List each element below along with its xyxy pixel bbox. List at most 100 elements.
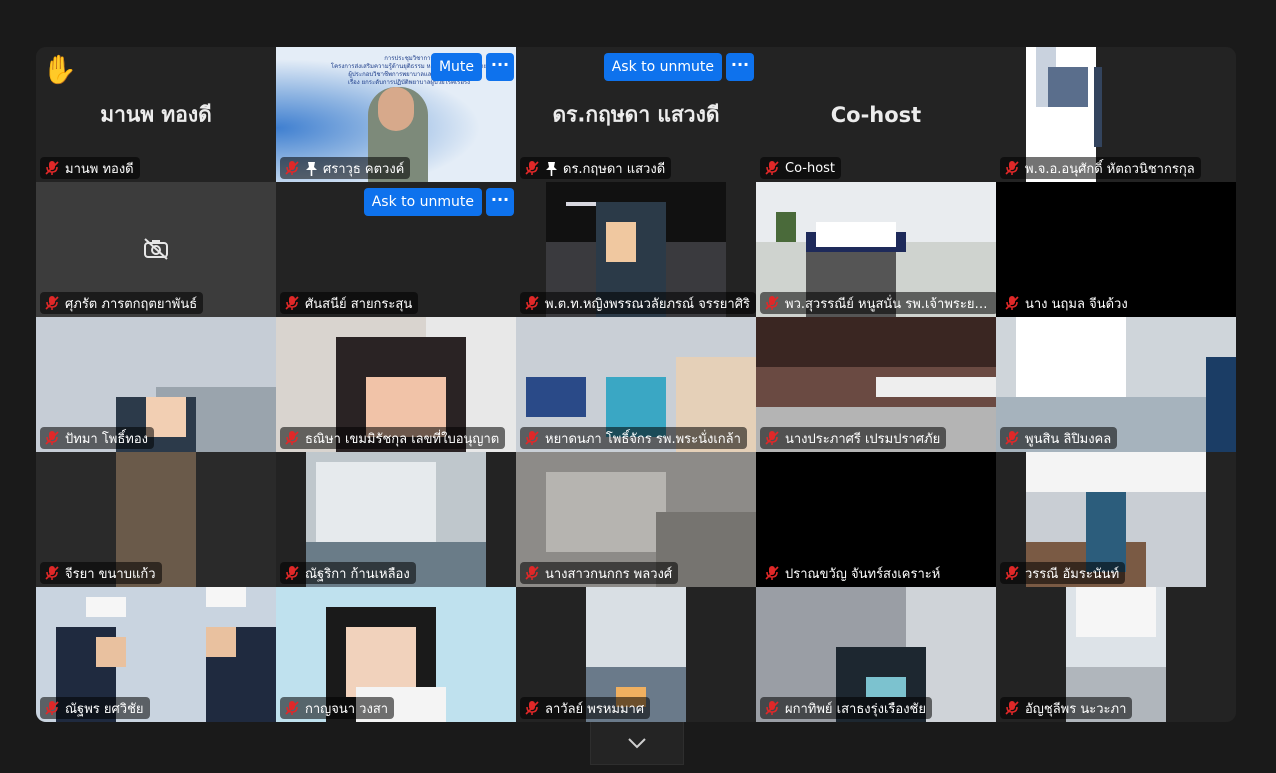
microphone-muted-icon — [524, 160, 540, 176]
participant-name: ดร.กฤษดา แสวงดี — [563, 161, 666, 177]
participant-name-label: อัญชุลีพร นะวะภา — [1000, 697, 1133, 719]
participant-name: Co-host — [785, 160, 836, 176]
video-feed — [1026, 452, 1206, 492]
microphone-muted-icon — [44, 295, 60, 311]
raise-hand-icon: ✋ — [42, 53, 77, 86]
participant-name-label: ดร.กฤษดา แสวงดี — [520, 157, 672, 179]
participant-name: ศุภรัต ภารตกฤตยาพันธ์ — [65, 296, 198, 312]
microphone-muted-icon — [764, 565, 780, 581]
participant-display-name: Co-host — [830, 102, 922, 127]
participant-name: ณัฐพร ยศวิชัย — [65, 701, 144, 717]
participant-name-label: นางสาวกนกกร พลวงศ์ — [520, 562, 679, 584]
participant-name: กาญจนา วงสา — [305, 701, 389, 717]
participant-tile[interactable]: มานพ ทองดี ✋ มานพ ทองดี — [36, 47, 276, 182]
participant-name: ลาวัลย์ พรหมมาศ — [545, 701, 645, 717]
participant-tile[interactable]: ศุภรัต ภารตกฤตยาพันธ์ — [36, 182, 276, 317]
participant-name-label: มานพ ทองดี — [40, 157, 140, 179]
participant-tile[interactable]: ปราณขวัญ จันทร์สงเคราะห์ — [756, 452, 996, 587]
participant-name: จีรยา ขนาบแก้ว — [65, 566, 156, 582]
participant-name-label: ปัทมา โพธิ์ทอง — [40, 427, 155, 449]
participant-tile[interactable]: ผกาทิพย์ เสาธงรุ่งเรืองชัย — [756, 587, 996, 722]
video-feed — [1016, 317, 1126, 397]
participant-tile[interactable]: วรรณี อัมระนันท์ — [996, 452, 1236, 587]
video-feed — [1206, 357, 1236, 452]
participant-tile[interactable]: ··· Ask to unmute ศันสนีย์ สายกระสุน — [276, 182, 516, 317]
participant-tile[interactable]: อัญชุลีพร นะวะภา — [996, 587, 1236, 722]
participant-name-label: ลาวัลย์ พรหมมาศ — [520, 697, 651, 719]
microphone-muted-icon — [1004, 700, 1020, 716]
participant-name-label: ผกาทิพย์ เสาธงรุ่งเรืองชัย — [760, 697, 932, 719]
video-feed — [1086, 492, 1126, 572]
participant-name: ศราวุธ คตวงค์ — [323, 161, 405, 177]
microphone-muted-icon — [44, 700, 60, 716]
participant-tile[interactable]: การประชุมวิชาการ โครงการส่งเสริมความรู้ด้… — [276, 47, 516, 182]
participant-name: วรรณี อัมระนันท์ — [1025, 566, 1120, 582]
microphone-muted-icon — [44, 430, 60, 446]
participant-tile[interactable]: ณัฐพร ยศวิชัย — [36, 587, 276, 722]
participant-tile[interactable]: พูนสิน ลิปิมงคล — [996, 317, 1236, 452]
participant-name-label: หยาดนภา โพธิ์จักร รพ.พระนั่งเกล้า — [520, 427, 747, 449]
video-feed — [96, 637, 126, 667]
ask-to-unmute-button[interactable]: Ask to unmute — [603, 53, 722, 81]
participant-name: มานพ ทองดี — [65, 161, 134, 177]
more-options-button[interactable]: ··· — [486, 53, 514, 81]
video-feed — [316, 462, 436, 542]
participant-name-label: นาง นฤมล จีนด้วง — [1000, 292, 1134, 314]
participant-name: นางสาวกนกกร พลวงศ์ — [545, 566, 673, 582]
microphone-muted-icon — [1004, 295, 1020, 311]
participant-tile[interactable]: ลาวัลย์ พรหมมาศ — [516, 587, 756, 722]
microphone-muted-icon — [1004, 565, 1020, 581]
participant-name: ปัทมา โพธิ์ทอง — [65, 431, 149, 447]
participant-name: ผกาทิพย์ เสาธงรุ่งเรืองชัย — [785, 701, 926, 717]
participant-name: พ.จ.อ.อนุศักดิ์ หัตถวนิชากรกุล — [1025, 161, 1195, 177]
participant-tile[interactable]: นาง นฤมล จีนด้วง — [996, 182, 1236, 317]
ask-to-unmute-button[interactable]: Ask to unmute — [363, 188, 482, 216]
presenter-face — [378, 87, 414, 131]
participant-name-label: นางประภาศรี เปรมปราศภัย — [760, 427, 947, 449]
participant-tile[interactable]: ปัทมา โพธิ์ทอง — [36, 317, 276, 452]
participant-name-label: ศราวุธ คตวงค์ — [280, 157, 411, 179]
participant-tile[interactable]: ธณิษา เขมมิรัชกุล เลขที่ใบอนุญาต — [276, 317, 516, 452]
microphone-muted-icon — [524, 565, 540, 581]
microphone-muted-icon — [524, 430, 540, 446]
video-feed — [776, 212, 796, 242]
microphone-muted-icon — [284, 565, 300, 581]
participant-tile[interactable]: พว.สุวรรณีย์ หนูสนั่น รพ.เจ้าพระยายมราช — [756, 182, 996, 317]
participant-tile[interactable]: พ.ต.ท.หญิงพรรณวลัยภรณ์ จรรยาศิริ — [516, 182, 756, 317]
microphone-muted-icon — [524, 700, 540, 716]
video-feed — [206, 587, 246, 607]
mute-button[interactable]: Mute — [430, 53, 482, 81]
microphone-muted-icon — [524, 295, 540, 311]
participant-name-label: พูนสิน ลิปิมงคล — [1000, 427, 1118, 449]
participant-tile[interactable]: จีรยา ขนาบแก้ว — [36, 452, 276, 587]
video-feed — [606, 222, 636, 262]
participant-tile[interactable]: Co-host Co-host — [756, 47, 996, 182]
participant-tile[interactable]: พ.จ.อ.อนุศักดิ์ หัตถวนิชากรกุล — [996, 47, 1236, 182]
more-options-button[interactable]: ··· — [726, 53, 754, 81]
video-gallery: มานพ ทองดี ✋ มานพ ทองดี การประชุมวิชาการ โคร… — [36, 47, 1236, 722]
show-more-button[interactable] — [590, 722, 684, 765]
participant-tile[interactable]: นางประภาศรี เปรมปราศภัย — [756, 317, 996, 452]
video-feed — [876, 377, 996, 397]
participant-name: พว.สุวรรณีย์ หนูสนั่น รพ.เจ้าพระยายมราช — [785, 296, 992, 312]
microphone-muted-icon — [284, 295, 300, 311]
participant-display-name: ดร.กฤษดา แสวงดี — [552, 102, 720, 126]
more-options-button[interactable]: ··· — [486, 188, 514, 216]
participant-tile[interactable]: นางสาวกนกกร พลวงศ์ — [516, 452, 756, 587]
video-feed — [756, 317, 996, 367]
participant-name-label: จีรยา ขนาบแก้ว — [40, 562, 162, 584]
participant-name: หยาดนภา โพธิ์จักร รพ.พระนั่งเกล้า — [545, 431, 741, 447]
participant-tile[interactable]: หยาดนภา โพธิ์จักร รพ.พระนั่งเกล้า — [516, 317, 756, 452]
participant-name-label: ศันสนีย์ สายกระสุน — [280, 292, 419, 314]
participant-tile[interactable]: ณัฐริกา ก้านเหลือง — [276, 452, 516, 587]
microphone-muted-icon — [284, 430, 300, 446]
video-feed — [1076, 587, 1156, 637]
participant-name: ณัฐริกา ก้านเหลือง — [305, 566, 410, 582]
participant-tile[interactable]: ดร.กฤษดา แสวงดี ··· Ask to unmute ดร.กฤษดา … — [516, 47, 756, 182]
participant-tile[interactable]: กาญจนา วงสา — [276, 587, 516, 722]
chevron-down-icon — [628, 738, 646, 749]
participant-name: อัญชุลีพร นะวะภา — [1025, 701, 1127, 717]
participant-name-label: พ.ต.ท.หญิงพรรณวลัยภรณ์ จรรยาศิริ — [520, 292, 756, 314]
participant-name: ธณิษา เขมมิรัชกุล เลขที่ใบอนุญาต — [305, 431, 500, 447]
microphone-muted-icon — [284, 160, 300, 176]
